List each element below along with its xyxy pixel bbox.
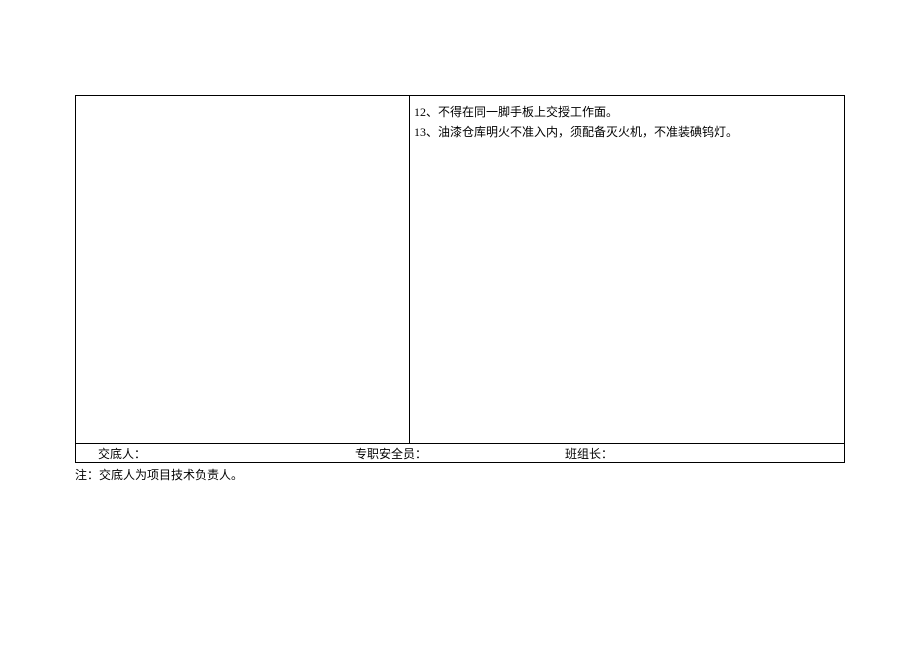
footer-note: 注：交底人为项目技术负责人。 <box>75 463 845 483</box>
content-line-13: 13、油漆仓库明火不准入内，须配备灭火机，不准装碘钨灯。 <box>414 122 840 142</box>
signature-person2-label: 专职安全员： <box>355 445 565 462</box>
left-empty-cell <box>76 96 410 443</box>
document-table: 12、不得在同一脚手板上交授工作面。 13、油漆仓库明火不准入内，须配备灭火机，… <box>75 95 845 483</box>
signature-person1-label: 交底人： <box>76 445 355 462</box>
signature-row: 交底人： 专职安全员： 班组长： <box>75 443 845 463</box>
content-line-12: 12、不得在同一脚手板上交授工作面。 <box>414 102 840 122</box>
content-row: 12、不得在同一脚手板上交授工作面。 13、油漆仓库明火不准入内，须配备灭火机，… <box>75 95 845 443</box>
right-content-cell: 12、不得在同一脚手板上交授工作面。 13、油漆仓库明火不准入内，须配备灭火机，… <box>410 96 844 443</box>
signature-person3-label: 班组长： <box>565 445 844 462</box>
